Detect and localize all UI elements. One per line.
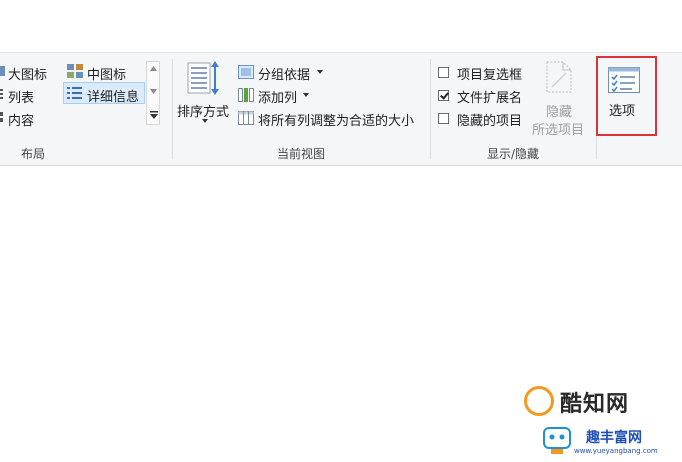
watermark-logo-icon [524, 386, 554, 416]
watermark-robot-icon [543, 427, 571, 454]
scroll-down-icon[interactable] [150, 89, 157, 94]
large-icons-option[interactable]: 大图标 [8, 64, 47, 83]
hide-selected-icon [546, 61, 572, 93]
sort-by-dropdown-arrow[interactable] [202, 119, 208, 123]
group-by-dropdown-arrow[interactable] [317, 70, 323, 74]
size-all-columns-button[interactable]: 将所有列调整为合适的大小 [258, 110, 414, 129]
item-checkboxes-checkbox[interactable] [438, 67, 449, 78]
details-icon [67, 87, 82, 99]
group-divider [172, 59, 173, 159]
gallery-expand-icon[interactable] [150, 111, 158, 119]
watermark-brand-primary: 酷知网 [560, 392, 630, 417]
watermark-brand-secondary: 趣丰富网 [586, 430, 642, 446]
list-option[interactable]: 列表 [8, 87, 34, 106]
medium-icons-icon [67, 64, 83, 78]
sort-by-icon[interactable] [187, 61, 221, 97]
hide-selected-button-line1[interactable]: 隐藏 [546, 101, 572, 120]
file-extensions-label[interactable]: 文件扩展名 [457, 87, 522, 106]
content-option[interactable]: 内容 [8, 110, 34, 129]
medium-icons-option[interactable]: 中图标 [87, 64, 126, 83]
group-by-icon [238, 65, 254, 79]
group-by-button[interactable]: 分组依据 [258, 64, 310, 83]
item-checkboxes-label[interactable]: 项目复选框 [457, 64, 522, 83]
sort-by-button[interactable]: 排序方式 [177, 101, 229, 120]
ribbon-view-tab: 大图标 中图标 列表 详细信息 内容 布局 排序方式 分组依据 添加列 将所有列… [0, 52, 682, 166]
current-view-group-label: 当前视图 [276, 147, 325, 161]
hide-selected-button-line2[interactable]: 所选项目 [532, 119, 584, 138]
watermark-url: www.yueyangbang.com [574, 447, 658, 455]
large-icons-icon [0, 66, 5, 76]
hidden-items-label[interactable]: 隐藏的项目 [457, 110, 522, 129]
layout-gallery-scrollbar[interactable] [146, 61, 160, 125]
scroll-up-icon[interactable] [150, 66, 157, 71]
add-columns-button[interactable]: 添加列 [258, 87, 297, 106]
list-icon [0, 89, 3, 99]
content-icon [0, 112, 3, 122]
options-highlight-box [596, 56, 657, 136]
add-columns-icon [238, 88, 254, 102]
add-columns-dropdown-arrow[interactable] [303, 93, 309, 97]
file-extensions-checkbox[interactable] [438, 90, 449, 101]
group-divider [430, 59, 431, 159]
window-top-area [0, 0, 682, 52]
show-hide-group-label: 显示/隐藏 [486, 147, 540, 161]
details-option[interactable]: 详细信息 [87, 86, 139, 105]
size-columns-icon [238, 111, 254, 125]
hidden-items-checkbox[interactable] [438, 113, 449, 124]
layout-group-label: 布局 [20, 147, 45, 161]
